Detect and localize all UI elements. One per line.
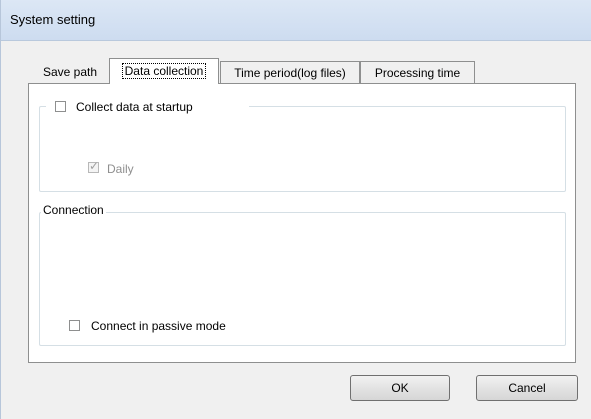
daily-label: Daily: [107, 162, 134, 176]
collect-at-startup-label: Collect data at startup: [76, 100, 193, 114]
tab-label: Data collection: [121, 63, 207, 79]
collect-data-groupbox: [39, 106, 566, 192]
tab-label: Save path: [42, 65, 98, 79]
system-setting-dialog: System setting Save path Data collection…: [0, 0, 591, 419]
tab-data-collection[interactable]: Data collection: [109, 58, 219, 84]
tab-label: Time period(log files): [234, 66, 346, 80]
ok-button[interactable]: OK: [350, 375, 450, 401]
collect-at-startup-checkbox[interactable]: [55, 101, 66, 112]
checkmark-icon: ✓: [89, 159, 100, 173]
tab-time-period-log-files[interactable]: Time period(log files): [220, 61, 360, 83]
connection-group-title: Connection: [41, 203, 106, 217]
tab-save-path[interactable]: Save path: [35, 61, 105, 83]
window-title: System setting: [10, 12, 96, 27]
title-bar: System setting: [1, 0, 591, 41]
daily-checkbox[interactable]: ✓: [88, 159, 100, 173]
tab-processing-time[interactable]: Processing time: [360, 61, 475, 83]
tab-panel-data-collection: Collect data at startup ✓ Daily Connecti…: [28, 83, 576, 363]
cancel-button[interactable]: Cancel: [476, 375, 578, 401]
passive-mode-checkbox[interactable]: [69, 320, 80, 331]
passive-mode-label: Connect in passive mode: [91, 319, 226, 333]
tab-label: Processing time: [374, 66, 461, 80]
